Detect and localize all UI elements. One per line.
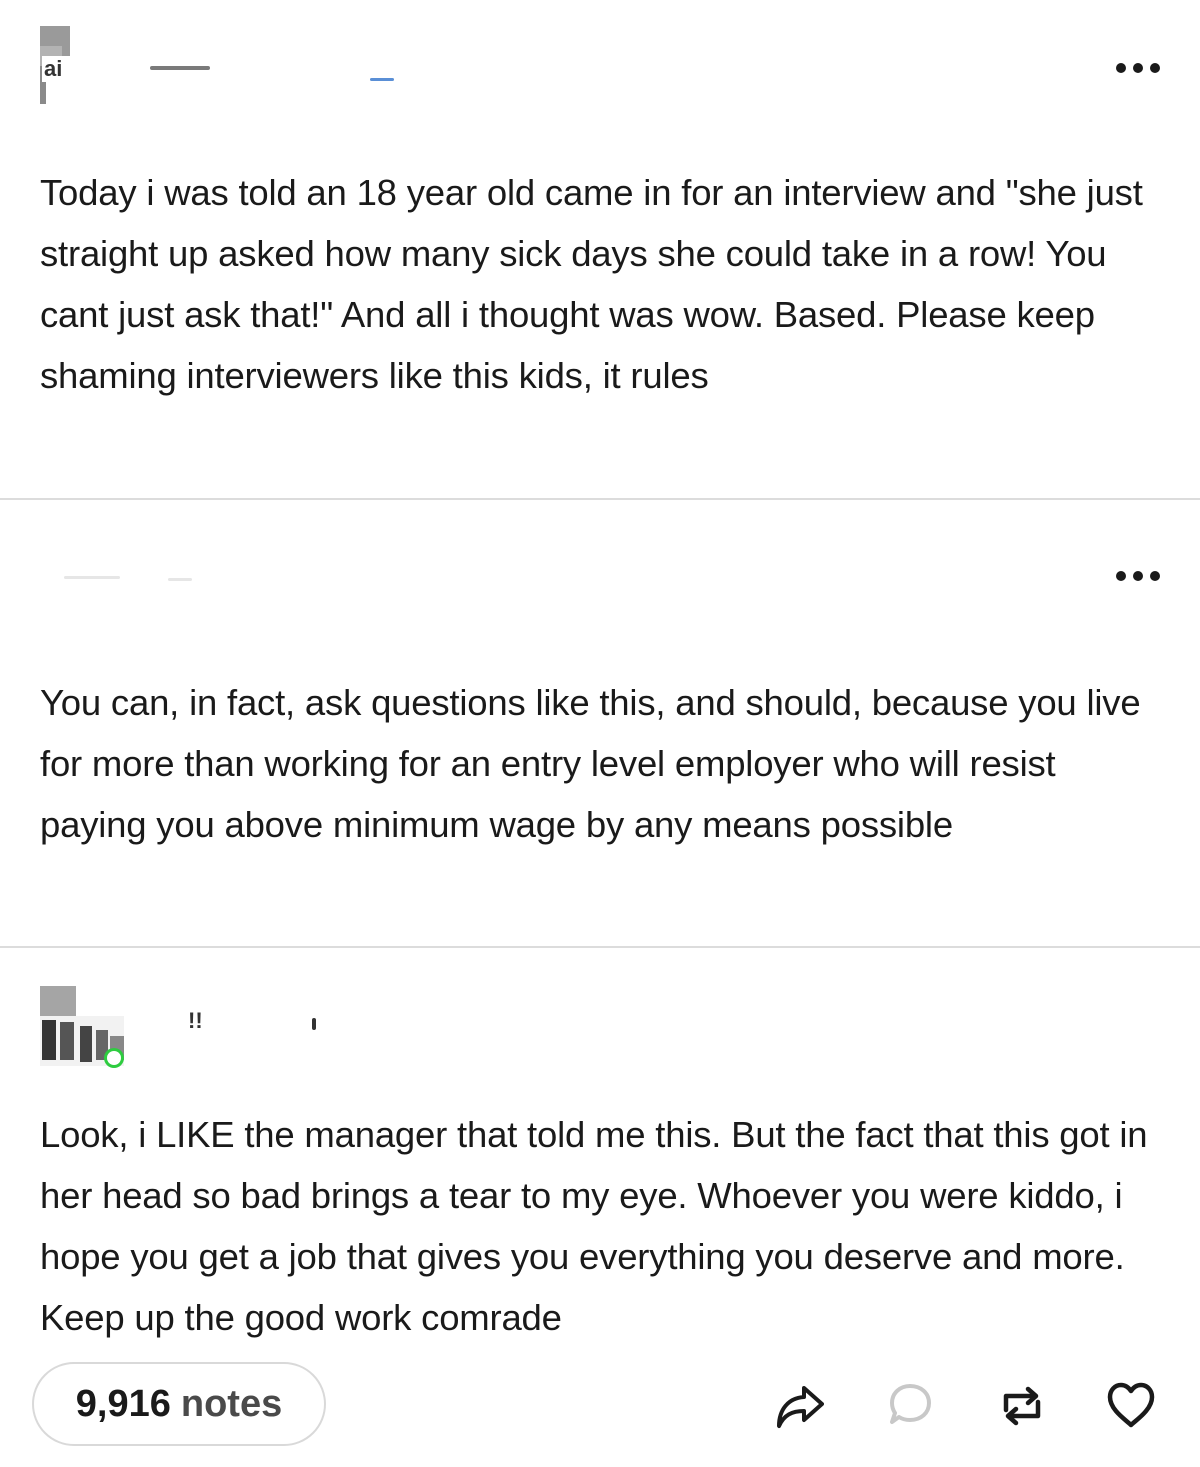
username-redacted[interactable]: [370, 78, 394, 81]
post-1: ai Today i was told an 18 year old came …: [0, 0, 1200, 500]
share-icon[interactable]: [776, 1382, 824, 1430]
post-1-header: ai: [0, 0, 1200, 130]
avatar[interactable]: ai: [40, 26, 80, 106]
username-redacted[interactable]: [168, 578, 192, 581]
username-redacted[interactable]: [150, 66, 210, 70]
username-fragment[interactable]: !!: [188, 1008, 203, 1034]
username-redacted[interactable]: [312, 1018, 316, 1030]
post-2-header: [0, 500, 1200, 620]
post-body: You can, in fact, ask questions like thi…: [40, 682, 1141, 845]
reblog-icon[interactable]: [998, 1382, 1046, 1430]
notes-button[interactable]: 9,916 notes: [32, 1362, 326, 1446]
post-2: You can, in fact, ask questions like thi…: [0, 500, 1200, 948]
post-3-header: !!: [0, 948, 1200, 1078]
reply-icon[interactable]: [888, 1382, 936, 1430]
like-icon[interactable]: [1106, 1382, 1155, 1430]
more-options-icon[interactable]: [1116, 60, 1160, 76]
username-redacted[interactable]: [64, 576, 120, 579]
post-footer: 9,916 notes: [0, 1362, 1200, 1450]
notes-count: 9,916: [75, 1382, 171, 1425]
more-options-icon[interactable]: [1116, 568, 1160, 584]
post-3: !! Look, i LIKE the manager that told me…: [0, 948, 1200, 1362]
post-body: Today i was told an 18 year old came in …: [40, 172, 1143, 396]
avatar[interactable]: [40, 986, 130, 1068]
avatar-label: ai: [42, 56, 65, 82]
notes-label: notes: [180, 1382, 283, 1425]
post-body: Look, i LIKE the manager that told me th…: [40, 1114, 1148, 1338]
